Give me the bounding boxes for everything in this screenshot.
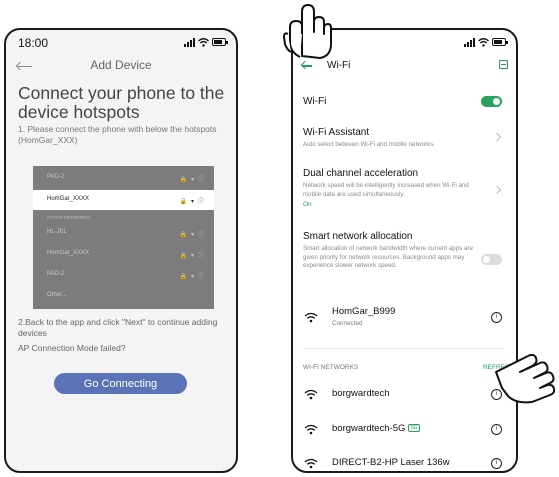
wifi-status-icon — [478, 37, 489, 47]
status-time: 18:00 — [18, 36, 49, 50]
status-icons — [464, 37, 508, 47]
wifi-toggle-row: Wi-Fi — [303, 96, 504, 107]
chevron-right-icon — [492, 132, 502, 142]
connected-network-name[interactable]: HomGar_B999 — [332, 306, 395, 317]
battery-icon — [212, 38, 228, 46]
network-name-direct-b2-hp[interactable]: DIRECT-B2-HP Laser 136w — [332, 457, 450, 468]
info-icon[interactable]: i — [491, 312, 502, 323]
wifi-label: Wi-Fi — [303, 96, 327, 107]
header: Add Device — [6, 52, 236, 78]
wifi-signal-icon — [304, 389, 318, 400]
right-phone-screen: 0 Wi-Fi Wi-Fi Wi-Fi Assistant Auto selec… — [291, 28, 518, 473]
mock-section-label: OTHER NETWORKS — [47, 215, 91, 220]
dual-channel-title: Dual channel acceleration — [303, 168, 419, 179]
step-1-text: 1. Please connect the phone with below t… — [18, 124, 217, 145]
left-phone-screen: 18:00 Add Device Connect your phone to t… — [4, 28, 238, 473]
network-name-borgwardtech[interactable]: borgwardtech — [332, 388, 390, 399]
info-icon[interactable]: i — [491, 424, 502, 435]
smart-allocation-desc: Smart allocation of network bandwidth wh… — [303, 245, 473, 269]
mock-network-row: PAD-2 🔒▾ⓘ — [47, 271, 208, 280]
page-title: Add Device — [90, 58, 152, 72]
wifi-list-illustration: PAD-2 🔒▾ⓘ HomGar_XXXX 🔒▾ⓘ OTHER NETWORKS… — [33, 166, 214, 309]
signal-icon — [184, 37, 195, 47]
mock-network-row: PAD-2 🔒▾ⓘ — [47, 174, 208, 183]
lock-wifi-info-icons: 🔒▾ⓘ — [179, 199, 208, 205]
smart-allocation-title: Smart network allocation — [303, 231, 413, 242]
wifi-assistant-desc: Auto select between Wi-Fi and mobile net… — [303, 141, 436, 148]
wifi-signal-icon — [304, 424, 318, 435]
wifi-assistant-title: Wi-Fi Assistant — [303, 127, 370, 138]
pointing-hand-icon — [495, 353, 556, 404]
smart-allocation-row: Smart network allocation Smart allocatio… — [303, 231, 478, 271]
status-icons — [184, 37, 228, 47]
dual-channel-state: On — [303, 201, 312, 208]
wifi-status-icon — [198, 37, 209, 47]
wifi-toggle[interactable] — [481, 96, 502, 107]
connected-status: Connected — [332, 320, 363, 327]
status-bar: 18:00 — [6, 30, 236, 52]
smart-allocation-toggle[interactable] — [481, 254, 502, 265]
lock-wifi-info-icons: 🔒▾ⓘ — [179, 177, 208, 183]
mock-network-row: HL-J01 🔒▾ⓘ — [47, 229, 208, 238]
page-title: Wi-Fi — [327, 60, 351, 71]
mock-network-row-highlighted: HomGar_XXXX 🔒▾ⓘ — [33, 190, 214, 210]
divider — [303, 348, 504, 349]
chevron-right-icon — [492, 185, 502, 195]
step-2-text: 2.Back to the app and click "Next" to co… — [18, 317, 218, 338]
instruction-heading: Connect your phone to the device hotspot… — [18, 83, 225, 122]
ap-connection-failed-link[interactable]: AP Connection Mode failed? — [18, 343, 126, 353]
dual-channel-desc: Network speed will be intelligently incr… — [303, 182, 469, 198]
wifi-signal-icon — [304, 312, 318, 323]
dual-channel-row[interactable]: Dual channel acceleration Network speed … — [303, 168, 486, 208]
back-arrow-icon[interactable] — [302, 65, 312, 67]
5g-badge: 5G — [408, 424, 421, 433]
go-connecting-button[interactable]: Go Connecting — [54, 373, 187, 394]
scan-qr-icon[interactable] — [499, 60, 508, 69]
wifi-signal-icon — [304, 458, 318, 469]
network-name-borgwardtech-5g[interactable]: borgwardtech-5G 5G — [332, 423, 421, 434]
mock-network-row: HomGar_XXXX 🔒▾ⓘ — [47, 250, 208, 259]
info-icon[interactable]: i — [491, 458, 502, 469]
signal-icon — [464, 37, 475, 47]
pointing-hand-icon — [282, 4, 332, 59]
wifi-assistant-row[interactable]: Wi-Fi Assistant Auto select between Wi-F… — [303, 127, 486, 150]
mock-network-row: Other... — [47, 292, 67, 298]
battery-icon — [492, 38, 508, 46]
wifi-networks-section-label: WI-FI NETWORKS — [303, 364, 359, 371]
